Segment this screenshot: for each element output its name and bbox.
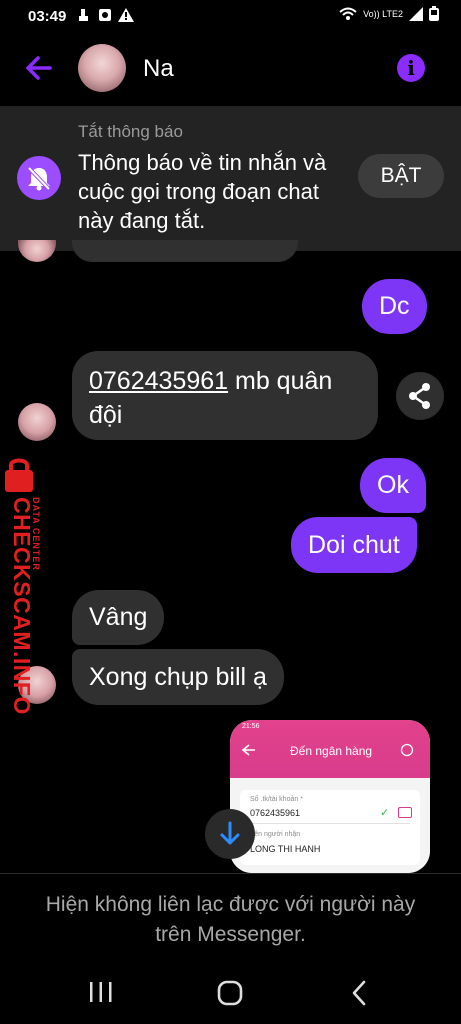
back-arrow-icon[interactable] <box>24 54 52 82</box>
contact-name[interactable]: Na <box>143 55 174 83</box>
check-icon: ✓ <box>380 807 390 819</box>
signal-icon <box>409 6 423 21</box>
phone-link[interactable]: 0762435961 <box>89 367 228 395</box>
status-right-icons: Vo)) LTE2 <box>339 6 439 21</box>
scroll-to-bottom-button[interactable] <box>205 809 255 859</box>
message-bubble-outgoing[interactable]: Ok <box>360 458 426 513</box>
message-bubble-partial <box>72 240 298 262</box>
message-bubble-incoming[interactable]: 0762435961 mb quân đội <box>72 351 378 440</box>
contact-avatar-small[interactable] <box>18 403 56 441</box>
preview-recipient-value: LONG THI HANH <box>250 844 321 854</box>
banner-subtitle: Tắt thông báo <box>78 122 183 141</box>
watermark-caption: DATA CENTER <box>31 497 41 571</box>
wifi-icon <box>339 7 357 20</box>
share-button[interactable] <box>396 372 444 420</box>
preview-time: 21:56 <box>242 723 260 730</box>
preview-body: Số .tk/tài khoản * 0762435961 ✓ Tên ngườ… <box>230 778 430 873</box>
status-bar: 03:49 Vo)) LTE2 <box>0 0 461 34</box>
preview-header: 21:56 Đến ngân hàng <box>230 720 430 778</box>
bell-off-icon <box>17 156 61 200</box>
preview-info-icon <box>400 743 414 757</box>
warning-icon <box>118 8 134 22</box>
status-time: 03:49 <box>28 8 67 25</box>
gallery-icon <box>99 9 111 21</box>
network-label: Vo)) LTE2 <box>363 8 403 19</box>
footer-text: Hiện không liên lạc được với người này t… <box>45 893 416 946</box>
banner-message: Thông báo về tin nhắn và cuộc gọi trong … <box>78 150 327 233</box>
card-icon <box>398 807 412 818</box>
message-bubble-outgoing[interactable]: Dc <box>362 279 427 334</box>
preview-form-card: Số .tk/tài khoản * 0762435961 ✓ Tên ngườ… <box>240 790 420 865</box>
home-icon[interactable] <box>216 979 244 1007</box>
contact-avatar[interactable] <box>78 44 126 92</box>
watermark: CHECKSCAM.INFO DATA CENTER <box>2 455 42 715</box>
muted-notification-banner: Tắt thông báo Thông báo về tin nhắn và c… <box>0 106 461 251</box>
message-text: Vâng <box>89 603 148 631</box>
status-left-icons <box>78 8 134 22</box>
message-text: Dc <box>379 292 410 320</box>
preview-title: Đến ngân hàng <box>290 744 373 758</box>
battery-icon <box>429 6 439 21</box>
contact-avatar-small <box>18 240 56 262</box>
preview-back-icon <box>242 744 255 756</box>
preview-account-label: Số .tk/tài khoản * <box>250 796 303 803</box>
unmute-button[interactable]: BẬT <box>358 154 444 198</box>
message-bubble-incoming[interactable]: Xong chụp bill ạ <box>72 649 284 705</box>
arrow-down-icon <box>220 821 240 845</box>
image-attachment[interactable]: 21:56 Đến ngân hàng Số .tk/tài khoản * 0… <box>230 720 430 873</box>
divider <box>250 823 410 824</box>
recent-apps-icon[interactable] <box>88 981 114 1003</box>
lock-icon <box>5 458 33 492</box>
preview-account-value: 0762435961 <box>250 808 301 818</box>
info-icon[interactable]: i <box>397 54 425 82</box>
message-bubble-incoming[interactable]: Vâng <box>72 590 165 645</box>
unavailable-footer: Hiện không liên lạc được với người này t… <box>0 873 461 955</box>
broom-icon <box>79 9 88 21</box>
message-text: Xong chụp bill ạ <box>89 663 267 691</box>
message-text: Ok <box>377 471 409 499</box>
preview-recipient-label: Tên người nhận <box>250 831 301 838</box>
system-navigation-bar <box>0 955 461 1024</box>
message-text: Doi chut <box>308 531 400 559</box>
share-icon <box>409 383 430 409</box>
back-nav-icon[interactable] <box>350 980 368 1006</box>
message-bubble-outgoing[interactable]: Doi chut <box>291 517 417 573</box>
